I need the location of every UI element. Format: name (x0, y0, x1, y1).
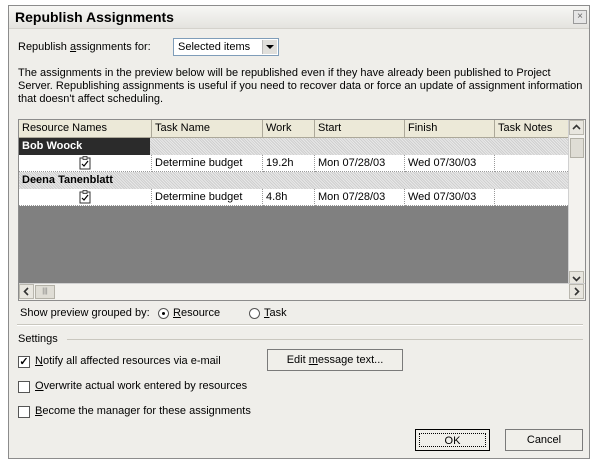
start-cell: Mon 07/28/03 (315, 189, 405, 206)
preview-grid[interactable]: Resource Names Task Name Work Start Fini… (18, 119, 586, 301)
title-bar: Republish Assignments × (9, 6, 589, 29)
group-by-task-label[interactable]: Task (264, 307, 287, 319)
ok-button-label: OK (419, 433, 486, 447)
cancel-button[interactable]: Cancel (505, 429, 583, 451)
column-header-finish[interactable]: Finish (405, 120, 495, 138)
column-header-task-name[interactable]: Task Name (152, 120, 263, 138)
dialog-title: Republish Assignments (15, 9, 174, 25)
chevron-down-icon[interactable] (262, 40, 277, 54)
group-by-label: Show preview grouped by: (20, 307, 150, 319)
republish-assignments-dialog: Republish Assignments × Republish assign… (8, 5, 590, 459)
task-name-cell: Determine budget (152, 155, 263, 172)
work-cell: 4.8h (263, 189, 315, 206)
column-header-start[interactable]: Start (315, 120, 405, 138)
group-name: Bob Woock (19, 138, 150, 155)
table-row[interactable]: Determine budget 19.2h Mon 07/28/03 Wed … (19, 155, 570, 172)
edit-message-text-button[interactable]: Edit message text... (267, 349, 403, 371)
close-icon[interactable]: × (573, 10, 587, 24)
task-notes-cell (495, 155, 570, 172)
work-cell: 19.2h (263, 155, 315, 172)
task-name-cell: Determine budget (152, 189, 263, 206)
group-by-resource-radio[interactable] (158, 308, 169, 319)
scroll-right-icon[interactable] (569, 284, 584, 299)
notify-label[interactable]: Notify all affected resources via e-mail (35, 355, 221, 367)
group-row[interactable]: Deena Tanenblatt (19, 172, 570, 189)
vertical-scrollbar[interactable] (568, 120, 585, 286)
description-text: The assignments in the preview below wil… (18, 67, 583, 105)
column-header-task-notes[interactable]: Task Notes (495, 120, 570, 138)
group-by-resource-label[interactable]: Resource (173, 307, 220, 319)
assignment-icon (79, 190, 91, 204)
scroll-left-icon[interactable] (19, 284, 34, 299)
settings-divider (67, 339, 583, 340)
column-header-work[interactable]: Work (263, 120, 315, 138)
notify-checkbox[interactable]: ✓ (18, 356, 30, 368)
manager-label[interactable]: Become the manager for these assignments (35, 405, 251, 417)
start-cell: Mon 07/28/03 (315, 155, 405, 172)
horizontal-scroll-thumb[interactable]: ||| (35, 285, 55, 299)
divider-highlight (17, 325, 583, 326)
settings-heading: Settings (18, 333, 58, 345)
republish-for-label: Republish assignments for: (18, 41, 151, 53)
manager-checkbox[interactable] (18, 406, 30, 418)
scroll-up-icon[interactable] (569, 120, 584, 135)
horizontal-scrollbar[interactable]: ||| (19, 283, 585, 300)
overwrite-checkbox[interactable] (18, 381, 30, 393)
finish-cell: Wed 07/30/03 (405, 155, 495, 172)
assignment-icon (79, 156, 91, 170)
ok-button[interactable]: OK (415, 429, 490, 451)
task-notes-cell (495, 189, 570, 206)
vertical-scroll-thumb[interactable] (570, 138, 584, 158)
republish-for-value: Selected items (178, 41, 251, 53)
finish-cell: Wed 07/30/03 (405, 189, 495, 206)
overwrite-label[interactable]: Overwrite actual work entered by resourc… (35, 380, 247, 392)
table-row[interactable]: Determine budget 4.8h Mon 07/28/03 Wed 0… (19, 189, 570, 206)
group-by-task-radio[interactable] (249, 308, 260, 319)
assignment-cell (19, 155, 152, 172)
group-row[interactable]: Bob Woock (19, 138, 570, 155)
column-header-resource-names[interactable]: Resource Names (19, 120, 152, 138)
republish-for-select[interactable]: Selected items (173, 38, 279, 56)
group-name: Deena Tanenblatt (22, 174, 113, 186)
assignment-cell (19, 189, 152, 206)
